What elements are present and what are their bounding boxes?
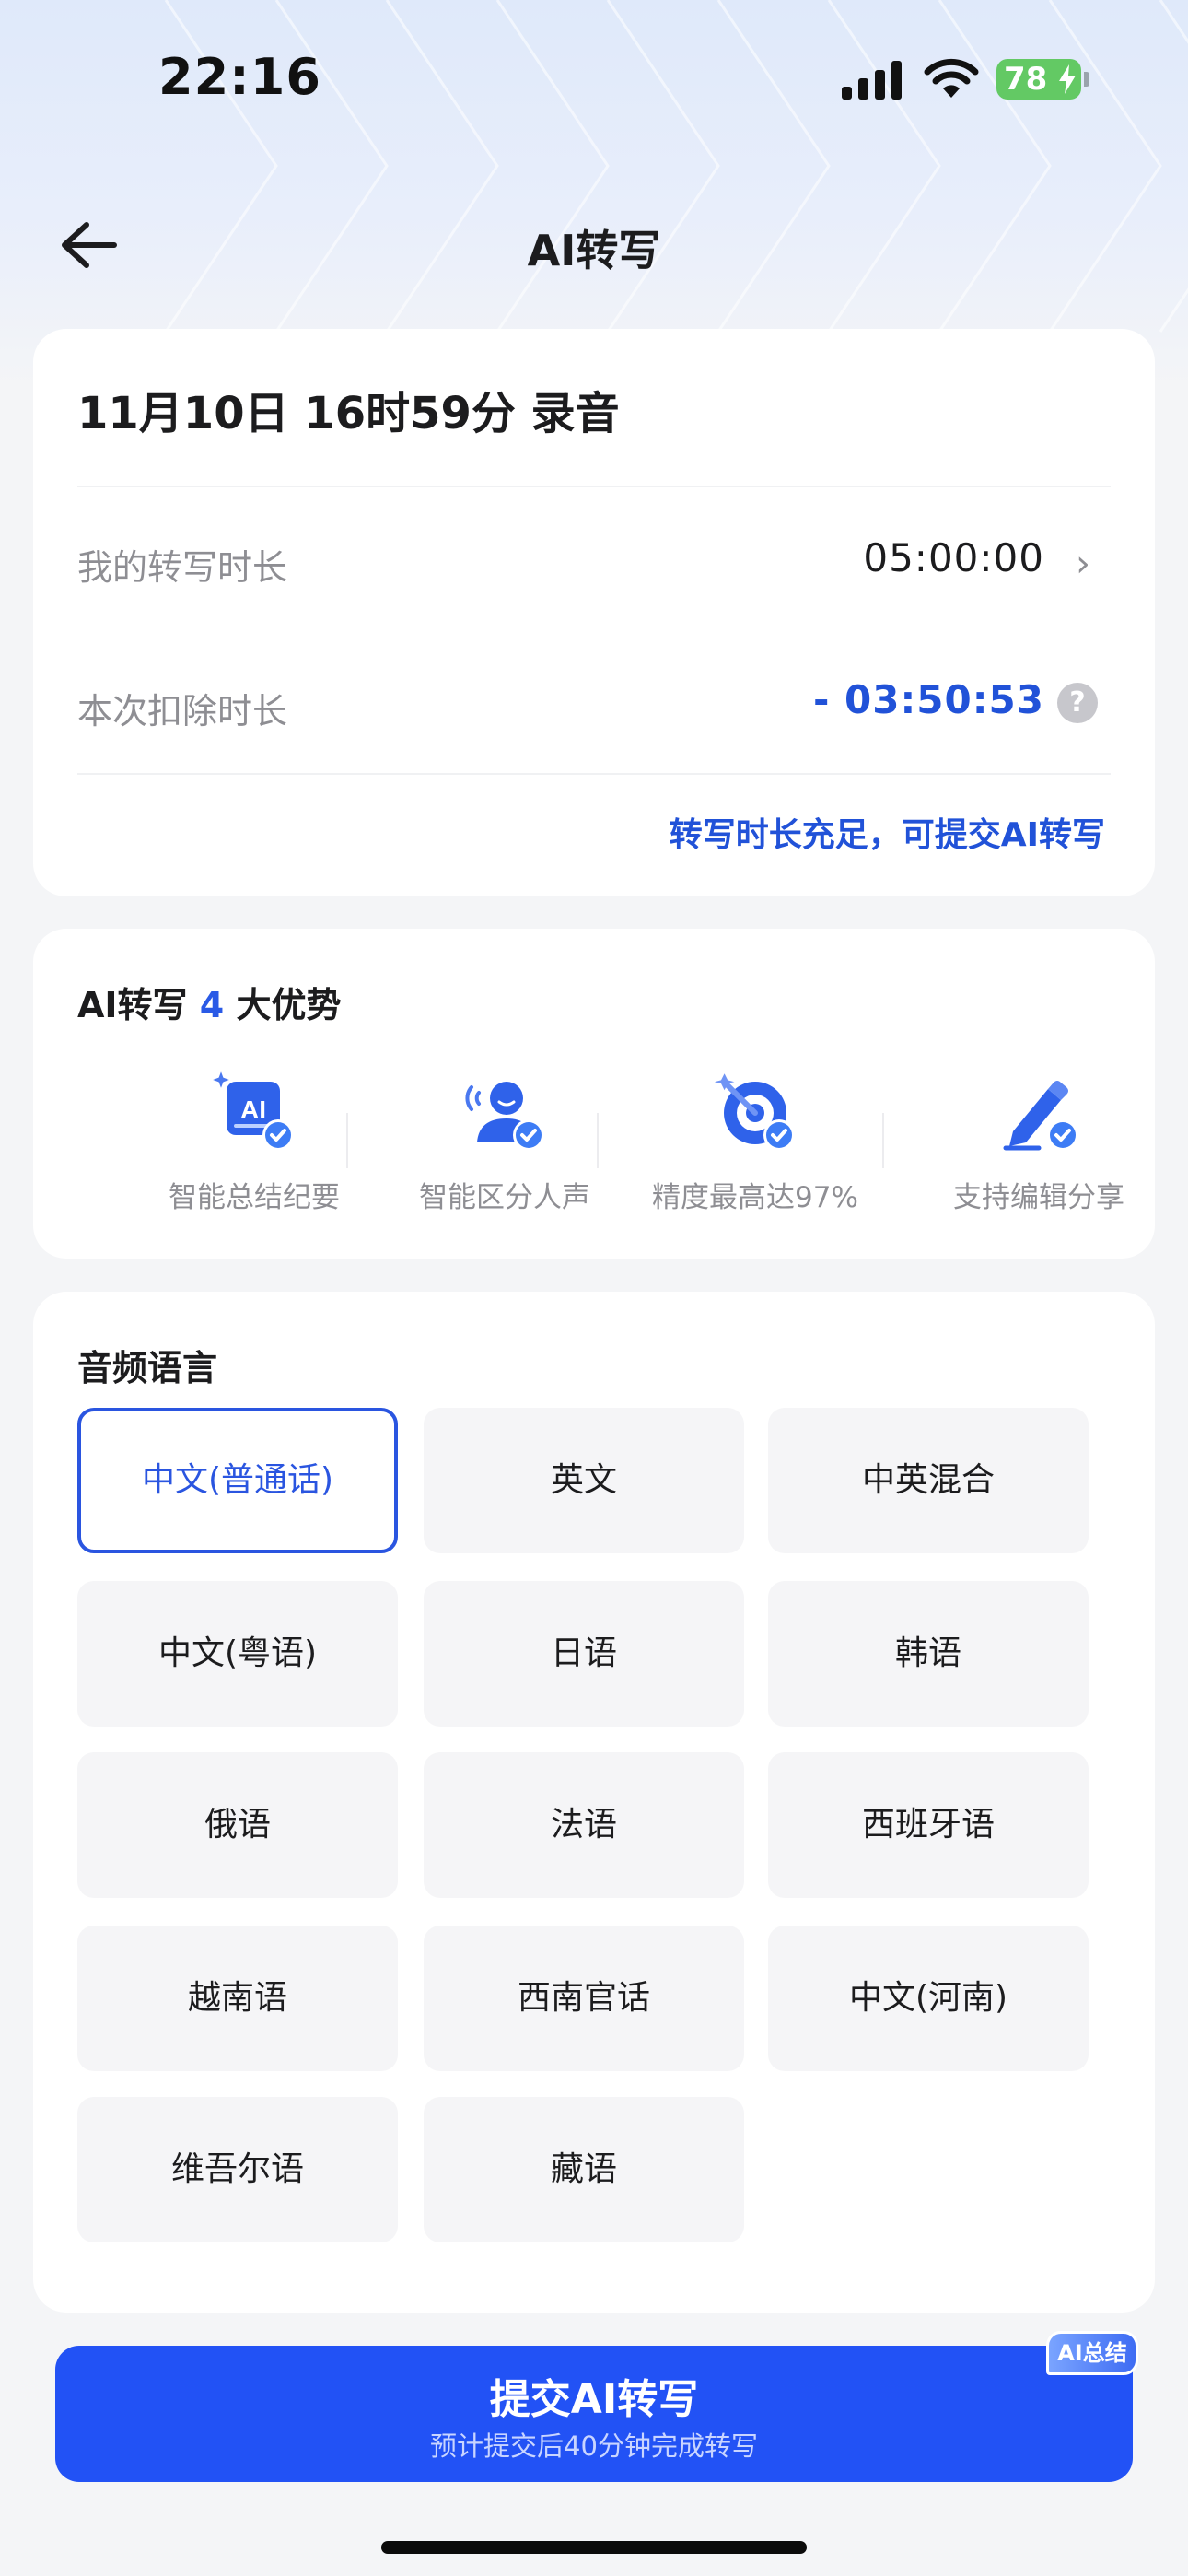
wifi-icon <box>924 58 979 98</box>
help-question-icon[interactable]: ? <box>1057 683 1098 723</box>
language-option-southwest-mandarin[interactable]: 西南官话 <box>424 1926 744 2071</box>
separator <box>346 1113 348 1168</box>
advantage-label: 支持编辑分享 <box>953 1181 1124 1214</box>
language-option-korean[interactable]: 韩语 <box>768 1581 1089 1727</box>
advantages-card: AI转写 4 大优势 AI 智能总结纪要 智能区分人声 精度最高达97% 支持编… <box>33 929 1155 1259</box>
submit-button-sublabel: 预计提交后40分钟完成转写 <box>430 2430 758 2462</box>
cellular-signal-icon <box>842 61 902 100</box>
chevron-right-icon[interactable]: › <box>1076 543 1090 585</box>
advantage-item: 支持编辑分享 <box>919 1067 1159 1215</box>
battery-icon: 78 <box>996 59 1081 100</box>
advantage-label: 智能区分人声 <box>419 1181 590 1214</box>
advantages-title: AI转写 4 大优势 <box>77 977 342 1027</box>
submit-button-label: 提交AI转写 <box>489 2376 699 2423</box>
language-option-spanish[interactable]: 西班牙语 <box>768 1752 1089 1898</box>
deduct-duration-value: - 03:50:53 <box>813 677 1044 722</box>
language-option-japanese[interactable]: 日语 <box>424 1581 744 1727</box>
language-option-henan[interactable]: 中文(河南) <box>768 1926 1089 2071</box>
duration-sufficient-note: 转写时长充足，可提交AI转写 <box>669 816 1105 854</box>
charging-bolt-icon <box>1059 64 1076 94</box>
ai-summary-icon: AI <box>208 1067 300 1159</box>
language-option-french[interactable]: 法语 <box>424 1752 744 1898</box>
speaker-identify-icon <box>459 1067 551 1159</box>
battery-level: 78 <box>1004 61 1048 98</box>
audio-language-title: 音频语言 <box>77 1348 218 1388</box>
language-option-mandarin[interactable]: 中文(普通话) <box>77 1408 398 1553</box>
language-option-mixed[interactable]: 中英混合 <box>768 1408 1089 1553</box>
advantage-item: 精度最高达97% <box>635 1067 875 1215</box>
language-option-english[interactable]: 英文 <box>424 1408 744 1553</box>
separator <box>882 1113 884 1168</box>
record-title: 11月10日 16时59分 录音 <box>77 388 620 439</box>
advantage-label: 智能总结纪要 <box>169 1181 340 1214</box>
divider <box>77 486 1111 487</box>
language-option-tibetan[interactable]: 藏语 <box>424 2097 744 2242</box>
record-info-card: 11月10日 16时59分 录音 我的转写时长 05:00:00 › 本次扣除时… <box>33 329 1155 896</box>
home-indicator <box>381 2541 807 2554</box>
language-option-vietnamese[interactable]: 越南语 <box>77 1926 398 2071</box>
accuracy-target-icon <box>709 1067 801 1159</box>
edit-pen-icon <box>993 1067 1085 1159</box>
status-bar: 22:16 78 <box>0 0 1188 157</box>
svg-text:AI: AI <box>240 1095 266 1124</box>
language-option-russian[interactable]: 俄语 <box>77 1752 398 1898</box>
language-option-uyghur[interactable]: 维吾尔语 <box>77 2097 398 2242</box>
my-duration-label: 我的转写时长 <box>77 547 288 588</box>
deduct-duration-label: 本次扣除时长 <box>77 691 288 732</box>
my-duration-value[interactable]: 05:00:00 <box>863 535 1044 580</box>
language-option-cantonese[interactable]: 中文(粤语) <box>77 1581 398 1727</box>
submit-ai-transcribe-button[interactable]: 提交AI转写 预计提交后40分钟完成转写 <box>55 2346 1133 2482</box>
ai-summary-badge: AI总结 <box>1046 2331 1138 2375</box>
page-title: AI转写 <box>527 226 661 275</box>
advantages-title-prefix: AI转写 <box>77 985 188 1025</box>
separator <box>597 1113 599 1168</box>
status-time: 22:16 <box>158 48 321 106</box>
divider <box>77 773 1111 775</box>
advantage-item: AI 智能总结纪要 <box>134 1067 374 1215</box>
advantage-label: 精度最高达97% <box>652 1181 858 1214</box>
advantage-item: 智能区分人声 <box>385 1067 624 1215</box>
audio-language-card: 音频语言 中文(普通话) 英文 中英混合 中文(粤语) 日语 韩语 俄语 法语 … <box>33 1292 1155 2313</box>
advantages-title-suffix: 大优势 <box>236 985 342 1025</box>
battery-cap <box>1084 72 1089 87</box>
advantages-count: 4 <box>199 985 225 1025</box>
